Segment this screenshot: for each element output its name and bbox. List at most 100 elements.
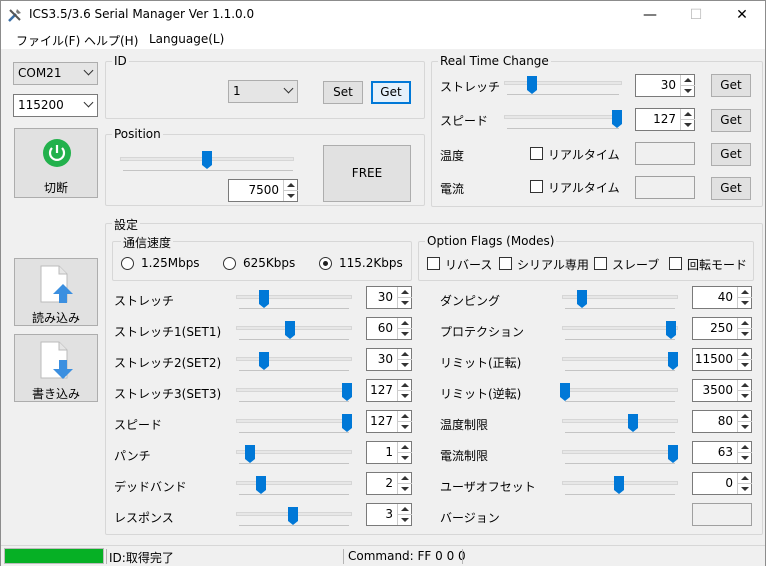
id-select[interactable]: 1 — [228, 80, 298, 103]
rt-temp-get-button[interactable]: Get — [711, 143, 751, 166]
param-slider[interactable] — [628, 414, 639, 432]
param-input[interactable]: 40 — [692, 286, 752, 309]
param-slider[interactable] — [258, 352, 269, 370]
rt-temp-display — [635, 142, 695, 165]
com-port-select[interactable]: COM21 — [13, 62, 98, 85]
param-spinner[interactable] — [737, 318, 752, 339]
rt-current-get-button[interactable]: Get — [711, 177, 751, 200]
param-input[interactable]: 250 — [692, 317, 752, 340]
rt-current-checkbox[interactable] — [530, 180, 543, 193]
maximize-button[interactable]: ☐ — [673, 1, 719, 29]
param-slider[interactable] — [288, 507, 298, 525]
menu-help[interactable]: ヘルプ(H) — [84, 32, 138, 49]
param-slider[interactable] — [258, 290, 269, 308]
rt-stretch-spinner[interactable] — [680, 75, 695, 96]
spin-up-icon — [741, 321, 749, 325]
param-value: 80 — [717, 414, 733, 428]
flag-rotation-checkbox[interactable] — [669, 257, 682, 270]
param-slider[interactable] — [577, 290, 588, 308]
spin-down-icon — [401, 425, 409, 429]
param-input[interactable]: 30 — [366, 348, 412, 371]
position-spinner[interactable] — [283, 180, 298, 201]
param-spinner[interactable] — [737, 287, 752, 308]
rt-temp-checkbox[interactable] — [530, 147, 543, 160]
param-value: 40 — [717, 290, 733, 304]
disconnect-button[interactable]: 切断 — [14, 128, 98, 198]
radio-115-2kbps[interactable] — [319, 257, 332, 270]
param-value: 30 — [377, 352, 393, 366]
rt-speed-get-button[interactable]: Get — [711, 109, 751, 132]
param-slider[interactable] — [665, 321, 676, 339]
position-input[interactable]: 7500 — [228, 179, 298, 202]
rt-speed-input[interactable]: 127 — [635, 108, 695, 131]
maximize-icon: ☐ — [689, 7, 703, 23]
param-spinner[interactable] — [397, 411, 412, 432]
baud-rate-select[interactable]: 115200 — [13, 94, 98, 117]
param-input[interactable]: 63 — [692, 441, 752, 464]
rt-speed-slider[interactable] — [612, 110, 622, 128]
param-slider[interactable] — [342, 414, 352, 432]
rt-stretch-get-button[interactable]: Get — [711, 74, 751, 97]
param-slider[interactable] — [668, 352, 678, 370]
param-input[interactable]: 11500 — [692, 348, 752, 371]
rt-stretch-slider[interactable] — [527, 76, 538, 94]
param-slider[interactable] — [255, 476, 266, 494]
param-spinner[interactable] — [737, 380, 752, 401]
param-slider[interactable] — [560, 383, 570, 401]
menu-file[interactable]: ファイル(F) — [16, 32, 80, 49]
position-slider[interactable] — [202, 151, 212, 169]
write-button[interactable]: 書き込み — [14, 334, 98, 402]
spin-down-icon — [741, 363, 749, 367]
param-input[interactable]: 3500 — [692, 379, 752, 402]
param-slider-track — [236, 419, 352, 423]
flag-reverse-checkbox[interactable] — [427, 257, 440, 270]
slider-ticks — [239, 339, 349, 342]
param-slider[interactable] — [614, 476, 624, 494]
param-spinner[interactable] — [397, 318, 412, 339]
param-slider[interactable] — [342, 383, 352, 401]
param-spinner[interactable] — [737, 473, 752, 494]
close-button[interactable]: ✕ — [719, 1, 765, 29]
param-spinner[interactable] — [397, 349, 412, 370]
flag-serial-only-checkbox[interactable] — [499, 257, 512, 270]
param-input[interactable]: 3 — [366, 503, 412, 526]
param-input[interactable]: 0 — [692, 472, 752, 495]
param-spinner[interactable] — [397, 287, 412, 308]
spin-down-icon — [684, 123, 692, 127]
rt-stretch-input[interactable]: 30 — [635, 74, 695, 97]
menu-language[interactable]: Language(L) — [149, 32, 224, 46]
spin-down-icon — [287, 194, 295, 198]
param-slider[interactable] — [244, 445, 255, 463]
slider-ticks — [565, 463, 675, 466]
id-set-button[interactable]: Set — [323, 81, 363, 104]
rt-speed-spinner[interactable] — [680, 109, 695, 130]
param-spinner[interactable] — [397, 380, 412, 401]
param-input[interactable]: 60 — [366, 317, 412, 340]
spin-up-icon — [401, 383, 409, 387]
param-value: 127 — [370, 383, 393, 397]
param-input[interactable]: 127 — [366, 410, 412, 433]
radio-625kbps[interactable] — [223, 257, 236, 270]
param-input[interactable]: 1 — [366, 441, 412, 464]
id-get-button[interactable]: Get — [371, 81, 411, 104]
param-input[interactable]: 2 — [366, 472, 412, 495]
param-spinner[interactable] — [737, 442, 752, 463]
param-input[interactable]: 30 — [366, 286, 412, 309]
spin-down-icon — [401, 301, 409, 305]
param-spinner[interactable] — [397, 442, 412, 463]
param-input[interactable]: 127 — [366, 379, 412, 402]
param-slider[interactable] — [668, 445, 678, 463]
param-slider[interactable] — [284, 321, 295, 339]
param-spinner[interactable] — [397, 473, 412, 494]
param-spinner[interactable] — [737, 349, 752, 370]
param-spinner[interactable] — [397, 504, 412, 525]
read-button[interactable]: 読み込み — [14, 258, 98, 326]
param-input[interactable]: 80 — [692, 410, 752, 433]
spin-up-icon — [741, 383, 749, 387]
settings-group: 設定 通信速度 1.25Mbps 625Kbps 115.2Kbps Optio… — [105, 216, 763, 535]
flag-slave-checkbox[interactable] — [594, 257, 607, 270]
param-spinner[interactable] — [737, 411, 752, 432]
minimize-button[interactable]: — — [627, 1, 673, 29]
free-button[interactable]: FREE — [323, 145, 411, 202]
radio-1-25mbps[interactable] — [121, 257, 134, 270]
